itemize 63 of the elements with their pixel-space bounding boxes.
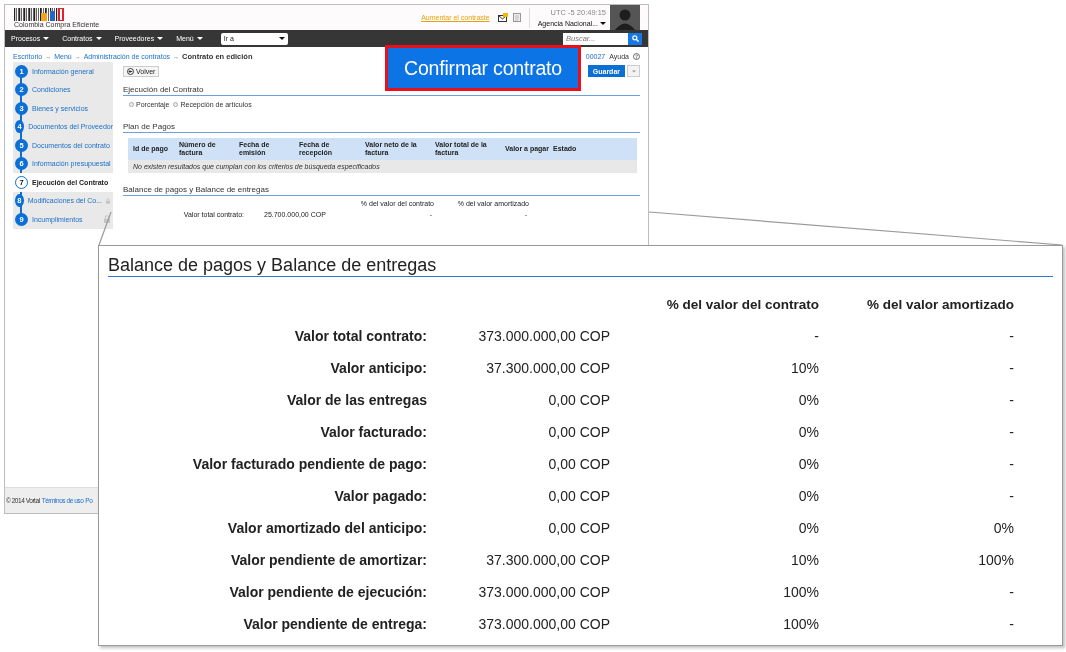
back-arrow-icon <box>127 67 134 75</box>
percent-text: 0% <box>797 520 819 536</box>
percent-text: - <box>1008 360 1014 376</box>
row-label: Valor de las entregas <box>285 392 427 408</box>
amount-text: 0,00 COP <box>547 520 610 536</box>
percent-text: - <box>1008 456 1014 472</box>
section-title: Plan de Pagos <box>123 122 640 133</box>
row-label: Valor pendiente de entrega: <box>242 616 427 632</box>
amount-text: 37.300.000,00 COP <box>485 360 610 376</box>
amount-text: 0,00 COP <box>547 488 610 504</box>
row-label: Valor facturado pendiente de pago: <box>191 456 427 472</box>
percent-text: - <box>1008 616 1014 632</box>
row-label: Valor amortizado del anticipo: <box>226 520 427 536</box>
mail-icon <box>497 13 508 22</box>
search-button[interactable] <box>628 32 642 45</box>
amount-text: 373.000.000,00 COP <box>477 616 610 632</box>
amount-text: 373.000.000,00 COP <box>477 328 610 344</box>
percent-text: 100% <box>782 584 819 600</box>
confirm-contract-button[interactable]: Confirmar contrato <box>385 45 581 91</box>
amount-text: 0,00 COP <box>547 392 610 408</box>
column-header: % del valor amortizado <box>865 296 1014 312</box>
percent-text: 10% <box>789 552 819 568</box>
radio-button[interactable] <box>129 102 134 107</box>
percent-text: - <box>1008 488 1014 504</box>
caret-icon <box>157 37 164 40</box>
percent-text: - <box>813 328 819 344</box>
percent-text: - <box>1008 424 1014 440</box>
caret-icon <box>600 22 606 25</box>
percent-text: - <box>1008 392 1014 408</box>
radio-button[interactable] <box>173 102 179 107</box>
save-options-button[interactable] <box>627 65 640 77</box>
percent-text: 10% <box>789 360 819 376</box>
amount-text: 37.300.000,00 COP <box>485 552 610 568</box>
percent-text: - <box>1008 584 1014 600</box>
help-icon <box>633 53 640 60</box>
row-label: Valor facturado: <box>319 424 427 440</box>
percent-text: 0% <box>992 520 1014 536</box>
amount-text: 373.000.000,00 COP <box>477 584 610 600</box>
percent-text: 100% <box>977 552 1014 568</box>
document-icon <box>512 13 521 22</box>
section-title: Balance de pagos y Balance de entregas <box>108 246 1053 277</box>
caret-icon <box>196 37 203 40</box>
column-header: % del valor del contrato <box>665 296 819 312</box>
caret-icon <box>43 37 50 40</box>
row-label: Valor anticipo: <box>329 360 427 376</box>
percent-text: - <box>1008 328 1014 344</box>
percent-text: 0% <box>797 424 819 440</box>
percent-text: 0% <box>797 456 819 472</box>
row-label: Valor pendiente de amortizar: <box>229 552 427 568</box>
caret-icon <box>278 37 285 40</box>
avatar-icon <box>610 5 640 30</box>
caret-icon <box>95 37 102 40</box>
percent-text: 100% <box>782 616 819 632</box>
row-label: Valor total contrato: <box>293 328 427 344</box>
percent-text: 0% <box>797 488 819 504</box>
row-label: Valor pagado: <box>333 488 427 504</box>
percent-text: 0% <box>797 392 819 408</box>
amount-text: 0,00 COP <box>547 456 610 472</box>
section-title: Ejecución del Contrato <box>123 85 640 96</box>
search-icon <box>631 35 639 42</box>
row-label: Valor pendiente de ejecución: <box>228 584 427 600</box>
section-title: Balance de pagos y Balance de entregas <box>123 185 640 196</box>
amount-text: 0,00 COP <box>547 424 610 440</box>
